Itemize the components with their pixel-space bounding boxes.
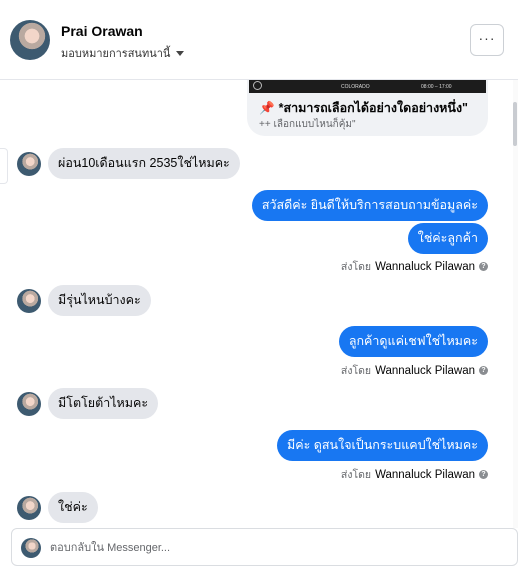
incoming-message: มีรุ่นไหนบ้างคะ [48, 285, 151, 316]
sent-by-prefix: ส่งโดย [340, 469, 372, 481]
contact-avatar-small [17, 152, 41, 176]
sent-by-label: ส่งโดย Wannaluck Pilawan ? [341, 362, 488, 379]
sent-by-prefix: ส่งโดย [340, 365, 372, 377]
caret-down-icon [176, 50, 185, 56]
card-title: 📌 *สามารถเลือกได้อย่างใดอย่างหนึ่ง" [259, 98, 468, 118]
more-options-button[interactable]: ··· [470, 24, 504, 56]
contact-avatar[interactable] [10, 20, 50, 60]
outgoing-message: ใช่ค่ะลูกค้า [407, 223, 488, 254]
outgoing-message: สวัสดีค่ะ ยินดีให้บริการสอบถามข้อมูลค่ะ [251, 190, 488, 221]
card-strip-hours: 08:00 – 17:00 [421, 84, 452, 90]
sent-by-agent: Wannaluck Pilawan [375, 260, 475, 273]
contact-avatar-small [17, 289, 41, 313]
card-strip-text: COLORADO [341, 84, 370, 90]
sent-by-label: ส่งโดย Wannaluck Pilawan ? [341, 258, 488, 275]
contact-avatar-small [17, 392, 41, 416]
conversation-header: Prai Orawan มอบหมายการสนทนานี้ ··· [0, 0, 518, 80]
more-dots-icon: ··· [478, 30, 496, 46]
info-icon[interactable]: ? [479, 366, 488, 375]
sent-by-prefix: ส่งโดย [340, 261, 372, 273]
page-avatar [21, 538, 41, 558]
incoming-message: ใช่ค่ะ [48, 492, 98, 523]
info-icon[interactable]: ? [479, 470, 488, 479]
card-image-strip: COLORADO 08:00 – 17:00 [249, 80, 486, 93]
sent-by-agent: Wannaluck Pilawan [375, 468, 475, 481]
sent-by-agent: Wannaluck Pilawan [375, 364, 475, 377]
outgoing-message: ลูกค้าดูแค่เชฟใช่ไหมคะ [338, 326, 488, 357]
outgoing-message: มีค่ะ ดูสนใจเป็นกระบแคปใช่ไหมคะ [277, 430, 488, 461]
assign-conversation-label: มอบหมายการสนทนานี้ [61, 48, 171, 60]
card-title-text: *สามารถเลือกได้อย่างใดอย่างหนึ่ง" [278, 101, 468, 115]
incoming-message: ผ่อน10เดือนแรก 2535ใช่ไหมคะ [48, 148, 240, 179]
incoming-message: มีโตโยต้าไหมคะ [48, 388, 159, 419]
card-subtitle: ++ เลือกแบบไหนก็คุ้ม" [259, 119, 356, 130]
reply-composer [11, 528, 518, 566]
messages-scrollbar[interactable] [513, 80, 518, 528]
pushpin-icon: 📌 [259, 101, 275, 115]
left-panel-edge [0, 148, 8, 184]
info-icon[interactable]: ? [479, 262, 488, 271]
contact-avatar-small [17, 496, 41, 520]
contact-name[interactable]: Prai Orawan [61, 23, 143, 39]
shared-post-card[interactable]: COLORADO 08:00 – 17:00 📌 *สามารถเลือกได้อ… [247, 80, 488, 136]
reply-input[interactable] [50, 537, 490, 559]
assign-conversation-dropdown[interactable]: มอบหมายการสนทนานี้ [61, 44, 185, 62]
card-logo-icon [253, 81, 262, 90]
scrollbar-thumb[interactable] [513, 102, 517, 146]
sent-by-label: ส่งโดย Wannaluck Pilawan ? [341, 466, 488, 483]
